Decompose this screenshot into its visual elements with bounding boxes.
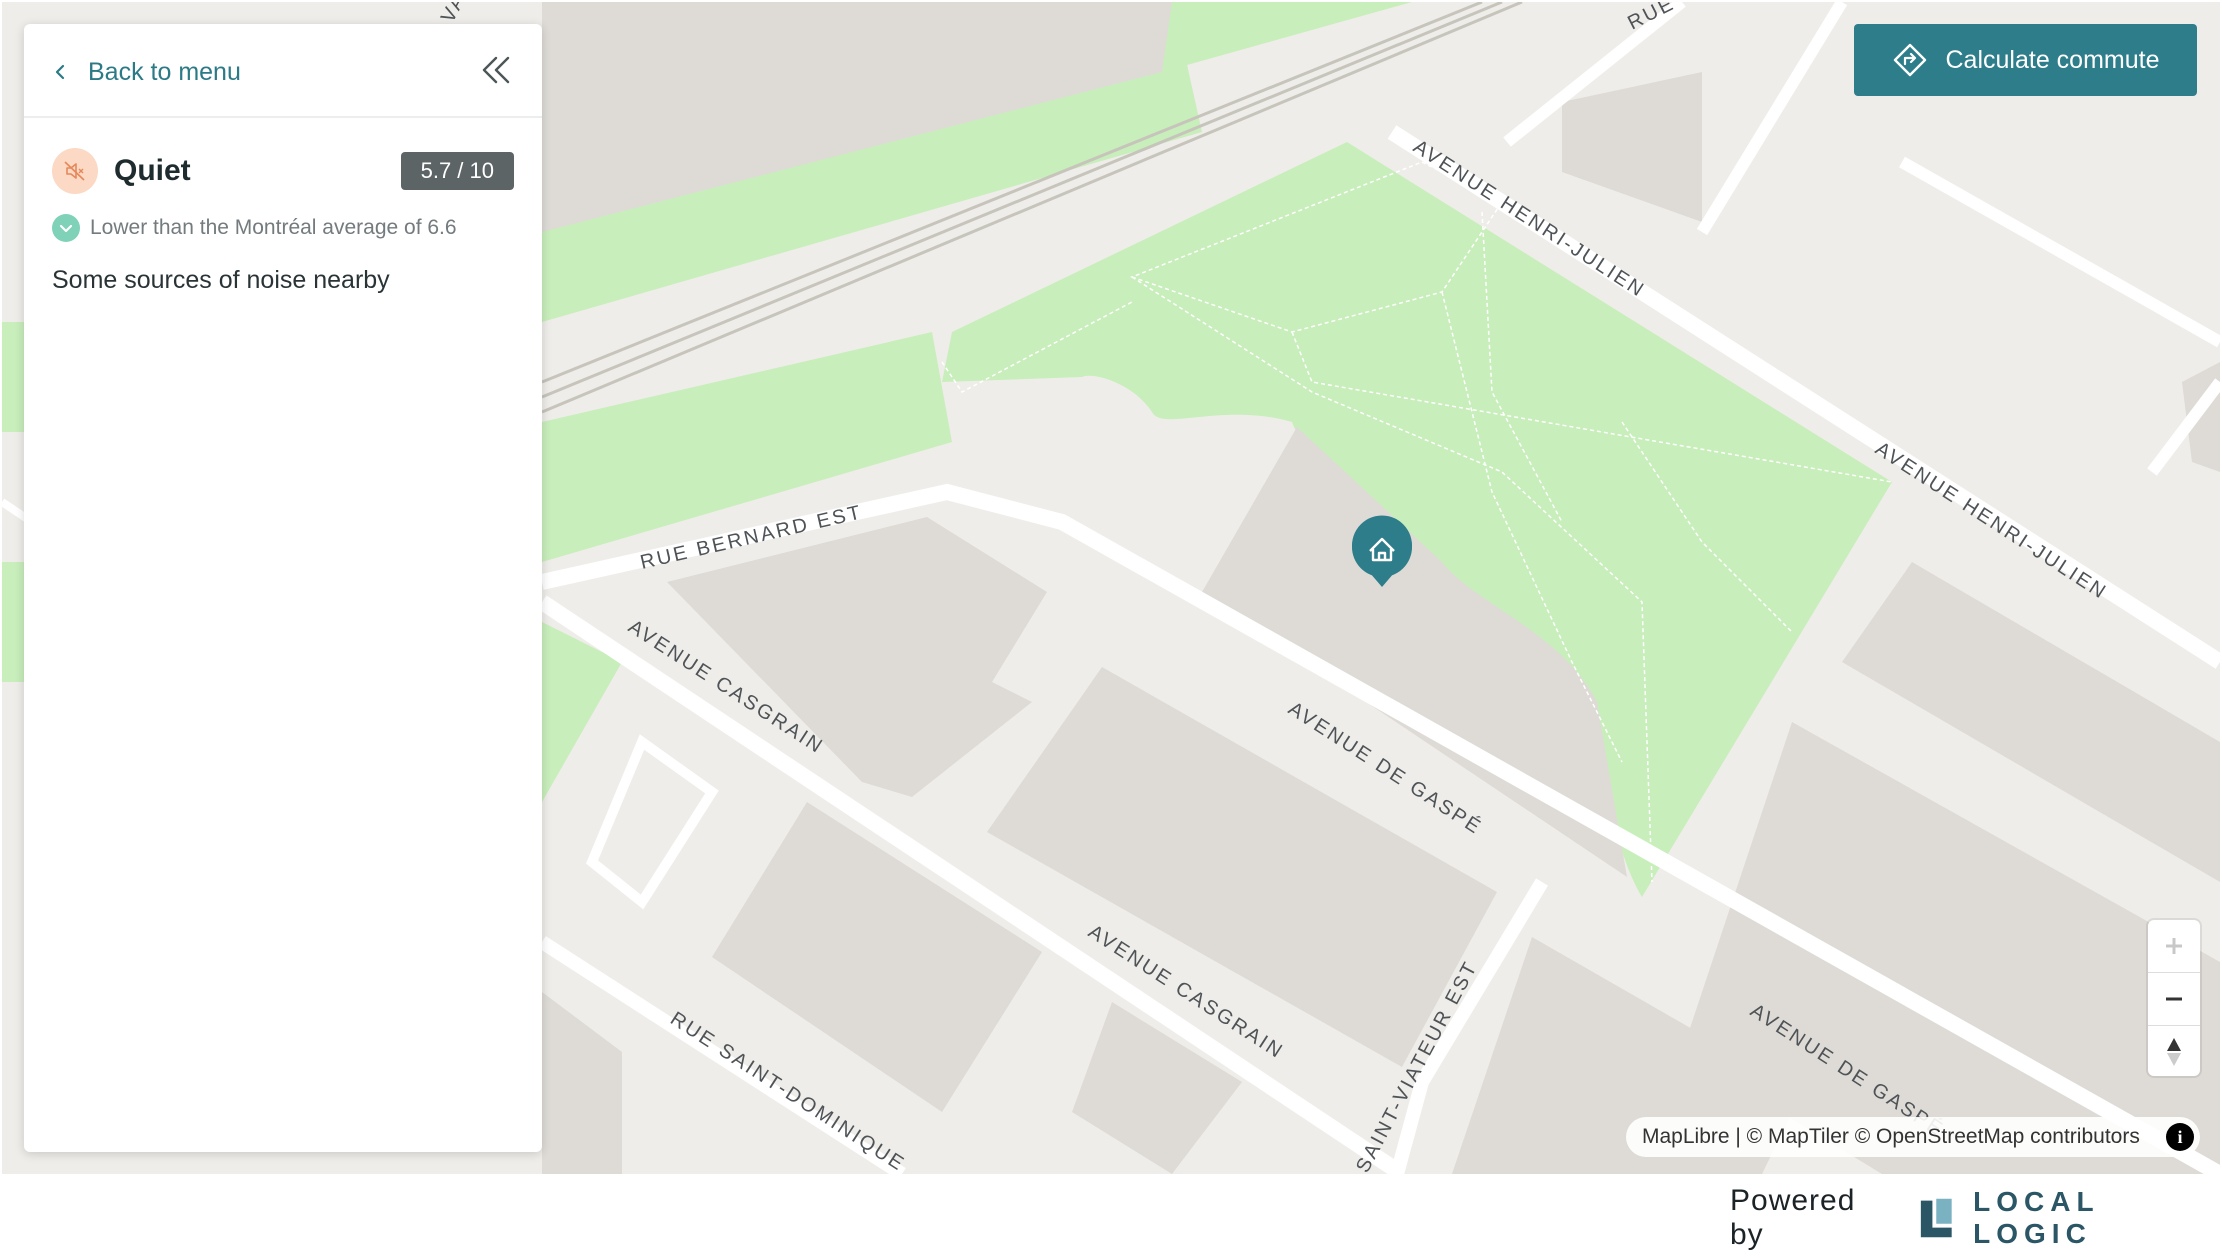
powered-by-footer: Powered by LOCAL LOGIC [1730, 1184, 2222, 1251]
quiet-metric: Quiet 5.7 / 10 Lower than the Montréal a… [52, 148, 514, 295]
panel-header: Back to menu [24, 24, 542, 118]
comparison-text: Lower than the Montréal average of 6.6 [90, 216, 457, 239]
powered-by-label: Powered by [1730, 1184, 1856, 1251]
zoom-out-button[interactable] [2148, 973, 2200, 1026]
road-right-2 [1899, 156, 2220, 348]
plus-icon [2166, 938, 2182, 954]
reset-north-button[interactable] [2148, 1026, 2200, 1076]
map-zoom-controls [2148, 920, 2200, 1076]
calculate-commute-button[interactable]: Calculate commute [1854, 24, 2197, 96]
comparison-row: Lower than the Montréal average of 6.6 [52, 214, 514, 242]
brand-name: LOCAL LOGIC [1973, 1186, 2100, 1249]
zoom-in-button[interactable] [2148, 920, 2200, 973]
check-icon [52, 214, 80, 242]
compass-icon [2167, 1038, 2181, 1066]
back-to-menu-button[interactable]: Back to menu [52, 54, 241, 90]
score-badge: 5.7 / 10 [400, 152, 514, 190]
brand-logo[interactable]: LOCAL LOGIC [1917, 1186, 2222, 1250]
collapse-panel-icon[interactable] [480, 52, 512, 88]
attribution-text: MapLibre | © MapTiler © OpenStreetMap co… [1642, 1125, 2140, 1148]
metric-title: Quiet [114, 154, 191, 187]
speaker-muted-icon [52, 148, 98, 194]
info-panel: Back to menu Quiet 5.7 / 10 Lower than t… [24, 24, 542, 1152]
building-block-h [1562, 72, 1702, 222]
park-area-top [1162, 2, 1412, 72]
building-block-a [667, 517, 1047, 797]
building-block-d [1072, 1002, 1242, 1174]
chevron-left-icon [55, 64, 65, 80]
road-west-block [585, 734, 719, 910]
metric-description: Some sources of noise nearby [52, 266, 390, 294]
directions-icon [1893, 43, 1926, 77]
building-block-i [542, 992, 622, 1174]
street-label-partial-top: VAR [437, 2, 479, 26]
local-logic-logo-icon [1920, 1198, 1952, 1238]
map-attribution: MapLibre | © MapTiler © OpenStreetMap co… [1626, 1117, 2200, 1157]
minus-icon [2166, 997, 2182, 1001]
calculate-commute-label: Calculate commute [1945, 45, 2160, 74]
info-icon[interactable]: i [2166, 1123, 2194, 1151]
road-top-right-2 [1696, 2, 1848, 236]
back-to-menu-label: Back to menu [88, 57, 241, 86]
